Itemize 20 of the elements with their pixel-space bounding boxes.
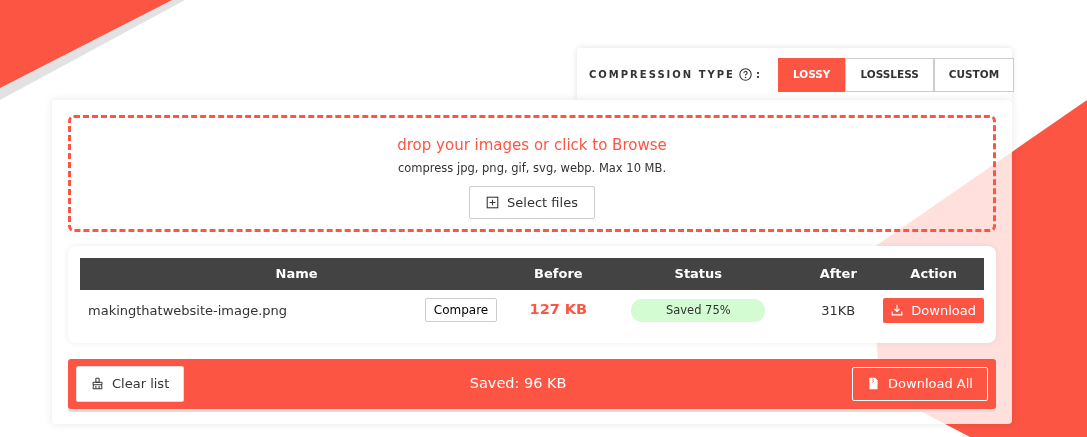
drop-zone[interactable]: drop your images or click to Browse compress jpg, png, gif, svg, webp. Max 10 MB. Select files	[68, 114, 996, 232]
column-header: After	[793, 258, 884, 290]
clear-list-button[interactable]: Clear list	[76, 366, 185, 402]
drop-zone-hint: compress jpg, png, gif, svg, webp. Max 10 MB.	[396, 160, 668, 178]
compression-option[interactable]: LOSSLESS	[845, 58, 934, 92]
column-header: Status	[603, 258, 794, 290]
size-after: 31KB	[821, 302, 856, 318]
column-header: Action	[883, 258, 984, 290]
compression-type-label: COMPRESSION TYPE	[589, 68, 735, 83]
column-header: Name	[80, 258, 514, 290]
saved-summary: Saved: 96 KB	[469, 373, 567, 393]
compare-button[interactable]: Compare	[424, 298, 498, 323]
file-name: makingthatwebsite-image.png	[88, 301, 288, 320]
column-header: Before	[513, 258, 604, 290]
drop-zone-title: drop your images or click to Browse	[396, 134, 668, 156]
colon-label: :	[755, 68, 762, 83]
size-before: 127 KB	[529, 301, 588, 318]
status-badge: Saved 75%	[631, 298, 766, 322]
select-files-button[interactable]: Select files	[469, 185, 595, 219]
compression-option[interactable]: CUSTOM	[933, 58, 1015, 92]
